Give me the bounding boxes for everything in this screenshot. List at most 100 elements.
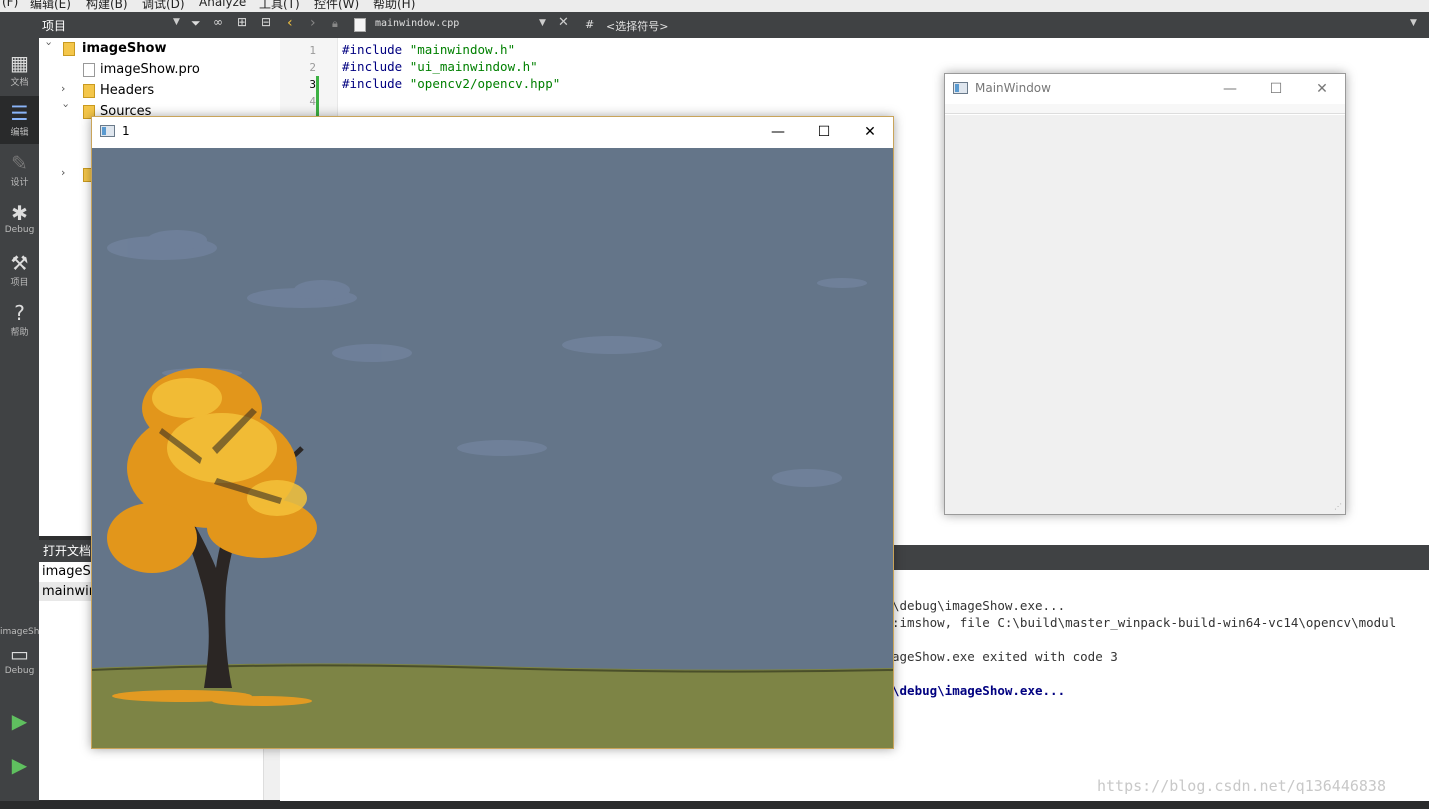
tree-item-headers[interactable]: Headers: [100, 80, 154, 101]
run-icon[interactable]: ▶: [0, 709, 39, 735]
monitor-icon: ▭: [10, 642, 29, 666]
code-line: #include "ui_mainwindow.h": [342, 59, 538, 74]
menu-tools[interactable]: 工具(T): [259, 0, 300, 12]
code-keyword: #include: [342, 59, 403, 74]
window-title: MainWindow: [975, 81, 1051, 95]
project-panel-header: 项目 ▼ ⏷ ∞ ⊞ ⊟: [39, 12, 280, 38]
image-window-titlebar[interactable]: 1 — ☐ ✕: [92, 117, 893, 147]
symbol-selector[interactable]: <选择符号>: [606, 18, 668, 34]
editor-toolbar: ‹ › 🔒︎ mainwindow.cpp ▼ ✕ # <选择符号> ▼: [280, 12, 1429, 38]
main-window: MainWindow — ☐ ✕ ⋰: [944, 73, 1346, 515]
status-bar: [0, 801, 1429, 809]
pencil-icon: ✎: [11, 151, 28, 175]
output-line: ageShow.exe exited with code 3: [892, 649, 1118, 664]
line-number: 3: [309, 78, 316, 91]
mode-help[interactable]: ? 帮助: [0, 296, 39, 344]
central-widget: [945, 115, 1345, 514]
expand-icon[interactable]: ›: [43, 42, 56, 52]
mode-label: Debug: [4, 225, 35, 235]
mode-label: 设计: [10, 178, 29, 188]
mode-label: 帮助: [10, 328, 29, 338]
code-line: #include "mainwindow.h": [342, 42, 515, 57]
code-string: "ui_mainwindow.h": [409, 59, 538, 74]
help-icon: ?: [14, 301, 25, 325]
menu-edit[interactable]: 编辑(E): [30, 0, 71, 12]
close-button[interactable]: ✕: [847, 117, 893, 147]
kit-mode: Debug: [4, 666, 35, 676]
split-icon[interactable]: ⊞: [237, 15, 247, 29]
code-string: "opencv2/opencv.hpp": [409, 76, 561, 91]
minimize-button[interactable]: —: [1207, 74, 1253, 104]
image-window: 1 — ☐ ✕: [91, 116, 894, 749]
menu-bar: [945, 104, 1345, 114]
output-line: \debug\imageShow.exe...: [892, 683, 1066, 698]
watermark: https://blog.csdn.net/q136446838: [1097, 777, 1386, 795]
expand-icon[interactable]: ›: [61, 166, 71, 179]
mode-edit[interactable]: ☰ 编辑: [0, 96, 39, 144]
line-number: 4: [309, 95, 316, 108]
edit-icon: ☰: [10, 101, 29, 125]
back-icon[interactable]: ‹: [287, 15, 293, 31]
window-title: 1: [122, 124, 130, 138]
chevron-down-icon[interactable]: ▼: [539, 18, 546, 28]
mode-bar: ▦ 文档 ☰ 编辑 ✎ 设计 ✱ Debug ⚒ 项目 ? 帮助 imageSh…: [0, 12, 53, 809]
folder-icon: [83, 84, 95, 98]
code-keyword: #include: [342, 76, 403, 91]
change-marker: [316, 76, 319, 116]
tree-item-project[interactable]: imageShow: [82, 38, 166, 59]
mode-label: 项目: [10, 278, 29, 288]
chevron-down-icon[interactable]: ▼: [173, 17, 180, 27]
mode-design[interactable]: ✎ 设计: [0, 146, 39, 194]
debug-run-icon[interactable]: ▶: [0, 753, 39, 779]
app-icon: [100, 125, 115, 137]
filter-icon[interactable]: ⏷: [191, 16, 201, 31]
resize-grip-icon[interactable]: ⋰: [1334, 502, 1342, 511]
wrench-icon: ⚒: [10, 251, 29, 275]
hash-label: #: [585, 18, 595, 31]
output-line: :imshow, file C:\build\master_winpack-bu…: [892, 615, 1397, 630]
forward-icon[interactable]: ›: [310, 15, 316, 31]
tree-item-pro[interactable]: imageShow.pro: [100, 59, 200, 80]
expand-icon[interactable]: ›: [61, 82, 71, 95]
link-icon[interactable]: ∞: [213, 15, 223, 29]
mode-welcome[interactable]: ▦ 文档: [0, 46, 39, 94]
minimize-button[interactable]: —: [755, 117, 801, 147]
expand-icon[interactable]: ›: [60, 104, 73, 114]
menu-help[interactable]: 帮助(H): [373, 0, 415, 12]
bug-icon: ✱: [11, 201, 28, 225]
grid-icon: ▦: [10, 51, 29, 75]
mode-projects[interactable]: ⚒ 项目: [0, 246, 39, 294]
line-number: 1: [309, 44, 316, 57]
project-icon: [63, 42, 75, 56]
output-line: \debug\imageShow.exe...: [892, 598, 1066, 613]
menu-build[interactable]: 构建(B): [86, 0, 128, 12]
menu-widgets[interactable]: 控件(W): [314, 0, 359, 12]
menu-bar: (F) 编辑(E) 构建(B) 调试(D) Analyze 工具(T) 控件(W…: [0, 0, 1429, 12]
chevron-down-icon[interactable]: ▼: [1410, 18, 1417, 28]
kit-name: imageShow: [0, 627, 53, 637]
mode-debug[interactable]: ✱ Debug: [0, 196, 39, 244]
maximize-button[interactable]: ☐: [801, 117, 847, 147]
mode-label: 文档: [10, 78, 29, 88]
kit-selector[interactable]: imageShow ▭ Debug: [0, 624, 53, 698]
lock-icon: 🔒︎: [332, 17, 338, 30]
displayed-image: [92, 148, 893, 748]
code-keyword: #include: [342, 42, 403, 57]
line-number: 2: [309, 61, 316, 74]
file-name[interactable]: mainwindow.cpp: [375, 18, 459, 29]
close-button[interactable]: ✕: [1299, 74, 1345, 104]
menu-analyze[interactable]: Analyze: [199, 0, 246, 9]
main-window-titlebar[interactable]: MainWindow — ☐ ✕: [945, 74, 1345, 104]
close-icon[interactable]: ✕: [558, 15, 569, 30]
menu-file[interactable]: (F): [2, 0, 18, 9]
pro-file-icon: [83, 63, 95, 77]
code-line: #include "opencv2/opencv.hpp": [342, 76, 560, 91]
code-string: "mainwindow.h": [409, 42, 516, 57]
project-panel-title: 项目: [42, 19, 67, 33]
menu-debug[interactable]: 调试(D): [142, 0, 185, 12]
app-icon: [953, 82, 968, 94]
close-pane-icon[interactable]: ⊟: [261, 15, 271, 29]
maximize-button[interactable]: ☐: [1253, 74, 1299, 104]
mode-label: 编辑: [10, 128, 29, 138]
cpp-file-icon: [354, 18, 366, 32]
